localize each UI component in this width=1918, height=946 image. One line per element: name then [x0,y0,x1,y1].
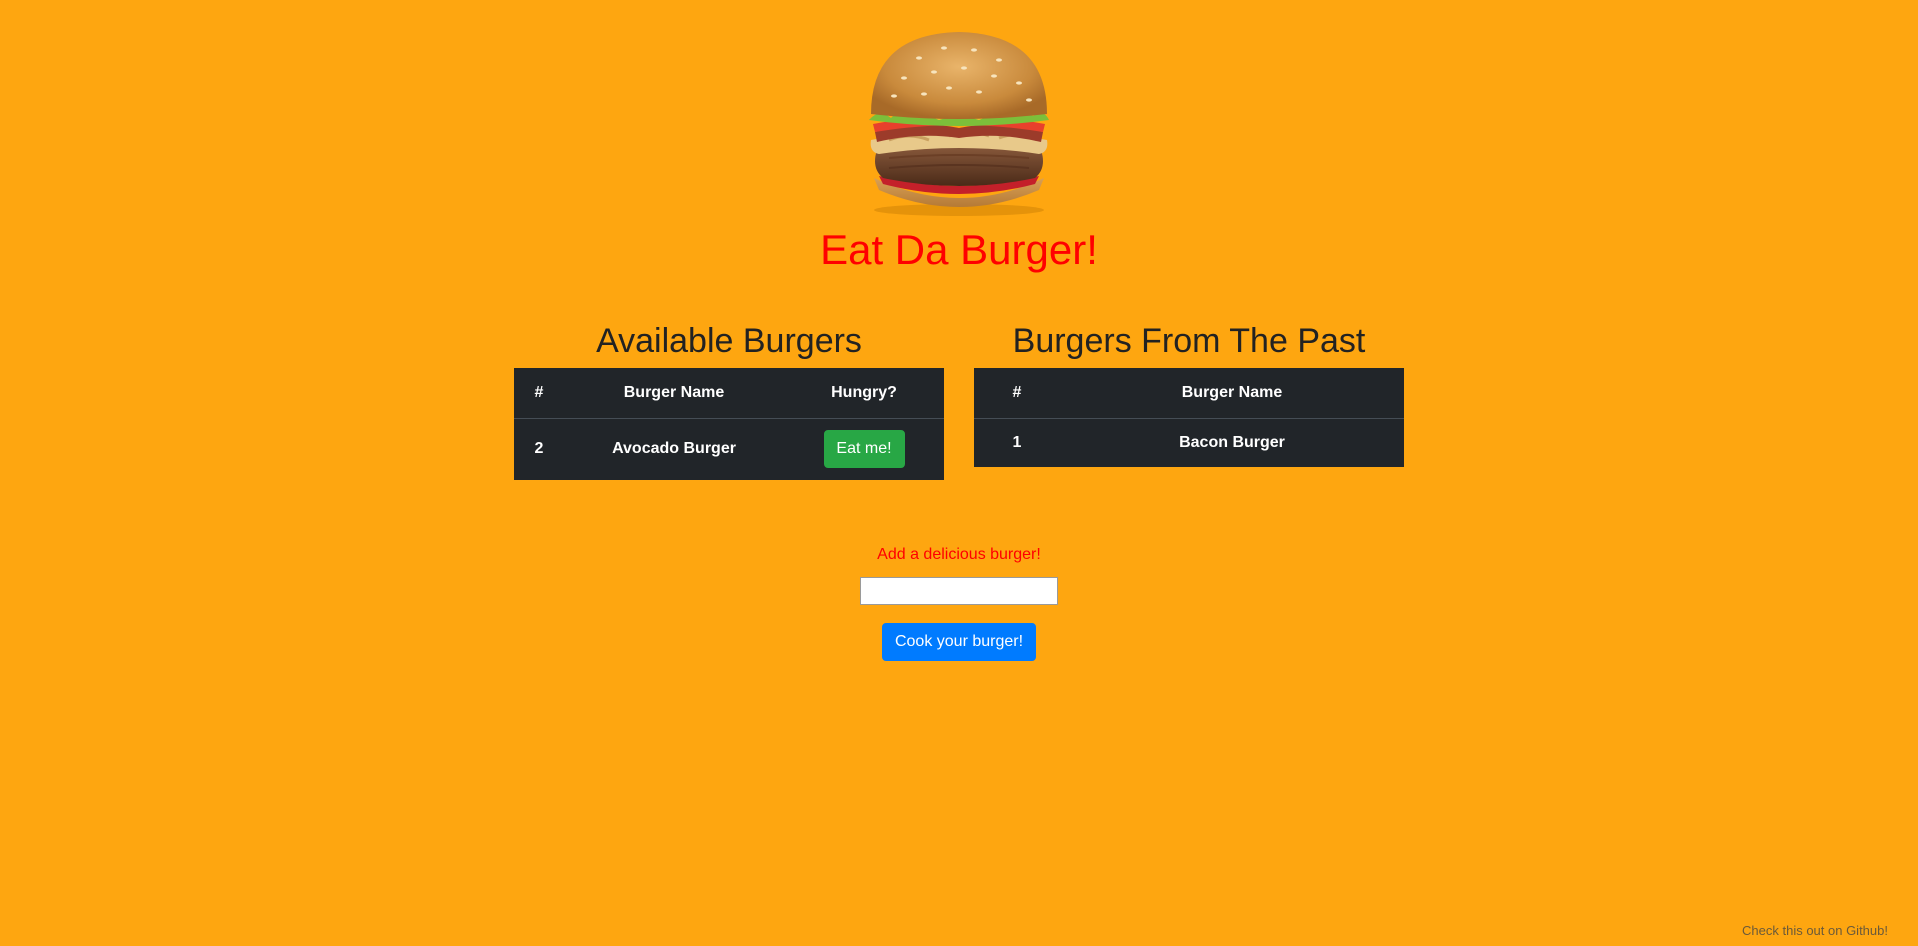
column-header-burger-name: Burger Name [564,368,784,419]
table-row: 1 Bacon Burger [974,418,1404,467]
add-burger-label: Add a delicious burger! [877,546,1041,563]
available-burgers-table: # Burger Name Hungry? 2 Avocado Burger E… [514,368,944,480]
burger-name-input[interactable] [860,577,1058,605]
available-burgers-title: Available Burgers [596,322,862,360]
table-header-row: # Burger Name Hungry? [514,368,944,419]
column-header-id: # [514,368,564,419]
burger-id: 1 [1012,433,1022,451]
past-burgers-table: # Burger Name 1 Bacon Burger [974,368,1404,467]
past-burgers-panel: Burgers From The Past # Burger Name 1 Ba… [974,318,1404,467]
table-row: 2 Avocado Burger Eat me! [514,418,944,480]
cook-burger-button[interactable]: Cook your burger! [882,623,1036,661]
page-title: Eat Da Burger! [820,226,1098,273]
hungry-cell: Eat me! [784,418,944,480]
burger-id: 2 [534,440,544,458]
column-header-burger-name: Burger Name [1060,368,1404,419]
past-burgers-title: Burgers From The Past [1012,322,1366,360]
table-header-row: # Burger Name [974,368,1404,419]
burger-image [849,28,1069,218]
available-burgers-panel: Available Burgers # Burger Name Hungry? … [514,318,944,480]
column-header-id: # [974,368,1060,419]
eat-me-button[interactable]: Eat me! [823,430,905,469]
github-link[interactable]: Check this out on Github! [1742,923,1888,938]
column-header-hungry: Hungry? [784,368,944,419]
burger-name: Avocado Burger [612,440,736,458]
burger-name: Bacon Burger [1179,433,1285,451]
